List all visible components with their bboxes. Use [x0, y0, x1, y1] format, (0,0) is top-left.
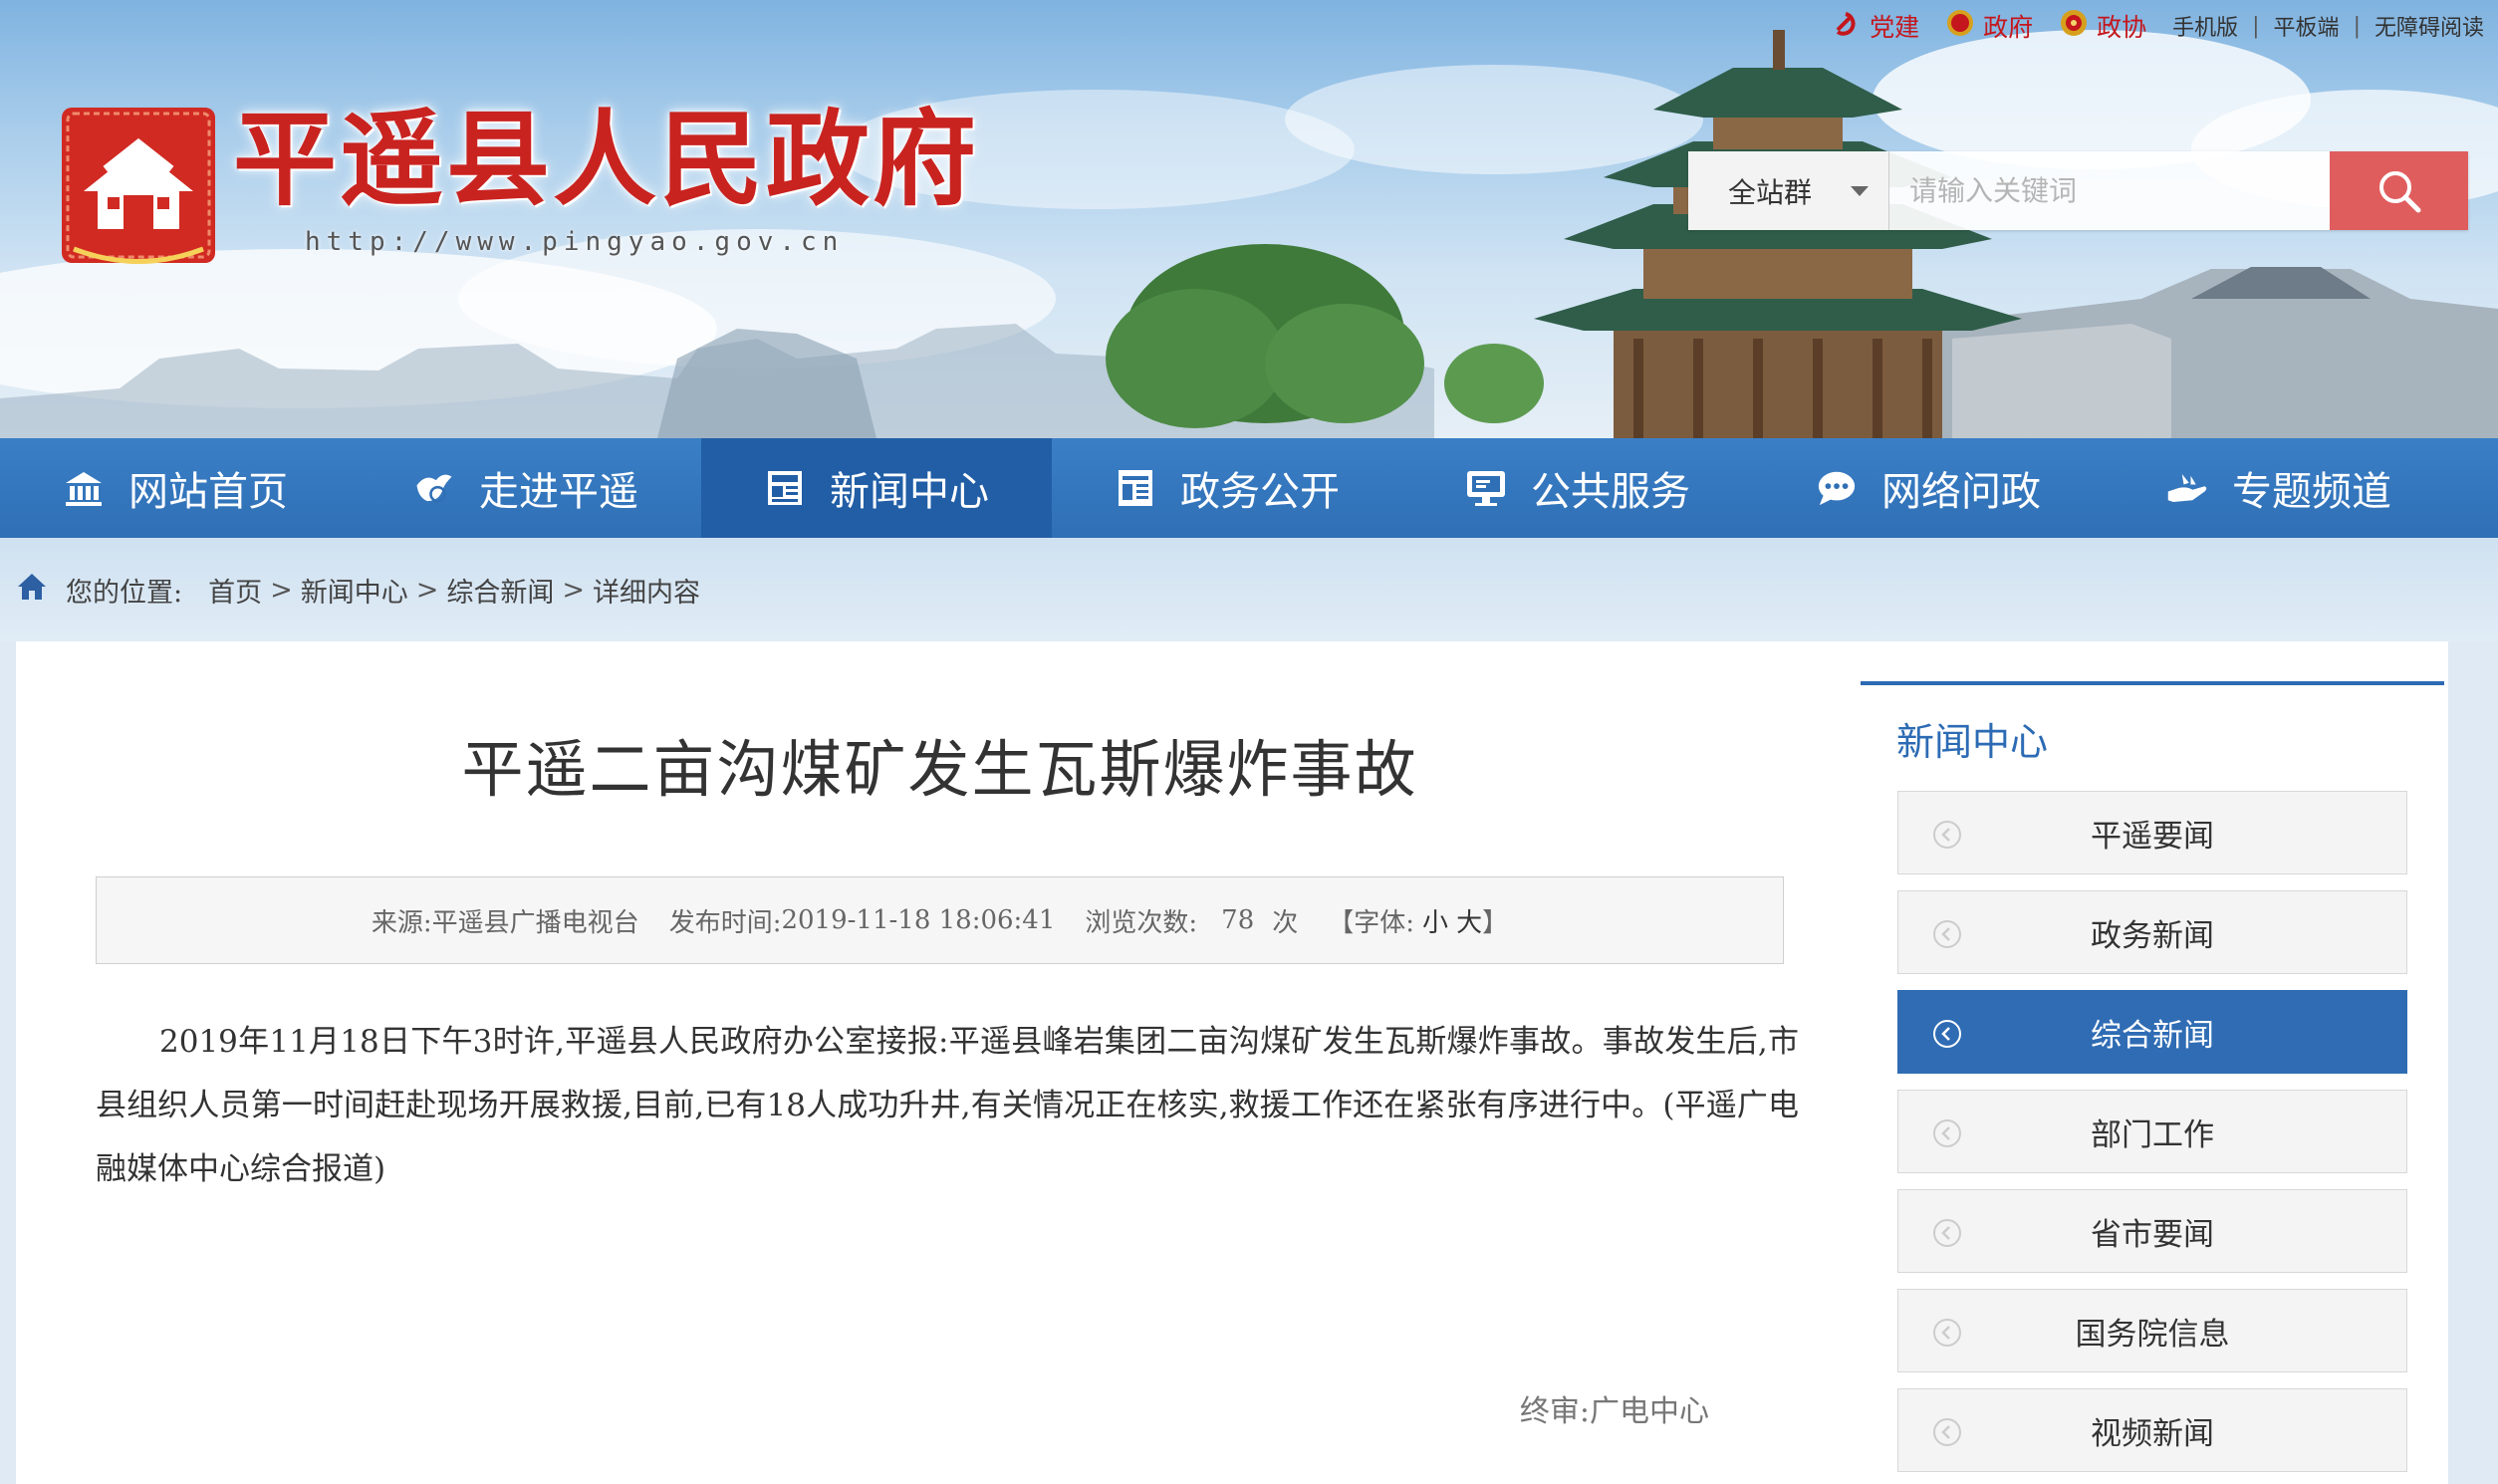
sidebar-item-department-work[interactable]: 部门工作 — [1897, 1090, 2407, 1173]
government-link[interactable]: 政府 — [1945, 8, 2033, 44]
font-large-button[interactable]: 大 — [1456, 902, 1482, 939]
house-seal-icon — [62, 108, 215, 264]
source-label: 来源: — [371, 907, 432, 938]
mobile-version-link[interactable]: 手机版 — [2172, 10, 2238, 42]
home-icon — [16, 572, 48, 609]
font-small-button[interactable]: 小 — [1422, 902, 1448, 939]
source-value: 平遥县广播电视台 — [431, 907, 639, 938]
breadcrumb-current: 详细内容 — [592, 577, 700, 609]
party-building-link[interactable]: 党建 — [1832, 8, 1919, 44]
sidebar-item-pingyao-news[interactable]: 平遥要闻 — [1897, 791, 2407, 874]
nav-item-gov-affairs[interactable]: 政务公开 — [1052, 438, 1402, 538]
breadcrumb-general-news[interactable]: 综合新闻 — [446, 571, 554, 610]
main-nav: 网站首页 走进平遥 新闻中心 政务公开 公共服务 网络问政 专题频道 — [0, 438, 2498, 538]
monitor-icon — [1465, 467, 1507, 509]
chevron-down-icon — [1851, 185, 1869, 196]
chevron-left-circle-icon — [1933, 821, 1961, 849]
final-review: 终审:广电中心 — [1519, 1394, 1709, 1429]
views-label: 浏览次数: — [1085, 907, 1198, 938]
views-count: 78 — [1221, 905, 1255, 935]
search-button[interactable] — [2330, 151, 2468, 230]
nav-item-public-service[interactable]: 公共服务 — [1402, 438, 1753, 538]
site-title[interactable]: 平遥县人民政府 — [233, 108, 979, 211]
sidebar-item-general-news[interactable]: 综合新闻 — [1897, 990, 2407, 1074]
hammer-sickle-icon — [1832, 8, 1862, 44]
breadcrumb-label: 您的位置: — [66, 577, 183, 609]
sidebar-item-state-council-info[interactable]: 国务院信息 — [1897, 1289, 2407, 1372]
sidebar-item-provincial-news[interactable]: 省市要闻 — [1897, 1189, 2407, 1273]
search-input[interactable] — [1889, 151, 2330, 230]
chevron-left-circle-icon — [1933, 1119, 1961, 1147]
main-content: 平遥二亩沟煤矿发生瓦斯爆炸事故 来源: 平遥县广播电视台 发布时间: 2019-… — [16, 641, 2448, 1484]
bird-icon — [413, 467, 455, 509]
chevron-left-circle-icon — [1933, 1418, 1961, 1446]
nav-item-special-topics[interactable]: 专题频道 — [2104, 438, 2454, 538]
article: 平遥二亩沟煤矿发生瓦斯爆炸事故 来源: 平遥县广播电视台 发布时间: 2019-… — [16, 641, 1819, 1484]
document-icon — [1115, 467, 1156, 509]
breadcrumb: 您的位置: 首页 > 新闻中心 > 综合新闻 > 详细内容 — [0, 538, 2498, 641]
article-meta: 来源: 平遥县广播电视台 发布时间: 2019-11-18 18:06:41 浏… — [96, 876, 1784, 964]
accessibility-link[interactable]: 无障碍阅读 — [2374, 10, 2484, 42]
views-unit: 次 — [1272, 907, 1299, 938]
top-links: 党建 政府 政协 手机版 | 平板端 | 无障碍阅读 — [1832, 6, 2484, 46]
nav-item-online-inquiry[interactable]: 网络问政 — [1753, 438, 2104, 538]
breadcrumb-home[interactable]: 首页 — [208, 571, 262, 610]
newspaper-icon — [764, 467, 806, 509]
publish-time: 2019-11-18 18:06:41 — [781, 905, 1056, 935]
chevron-left-circle-icon — [1933, 920, 1961, 948]
header-banner: 党建 政府 政协 手机版 | 平板端 | 无障碍阅读 平遥县人民政府 http:… — [0, 0, 2498, 438]
nav-item-home[interactable]: 网站首页 — [0, 438, 351, 538]
chat-icon — [1816, 467, 1858, 509]
nav-item-news[interactable]: 新闻中心 — [701, 438, 1052, 538]
article-title: 平遥二亩沟煤矿发生瓦斯爆炸事故 — [461, 733, 1418, 806]
hand-icon — [2166, 467, 2208, 509]
sidebar-title: 新闻中心 — [1896, 720, 2049, 764]
sidebar-item-gov-news[interactable]: 政务新闻 — [1897, 890, 2407, 974]
site-logo[interactable] — [54, 100, 223, 271]
breadcrumb-news-center[interactable]: 新闻中心 — [301, 571, 408, 610]
site-url: http://www.pingyao.gov.cn — [305, 227, 845, 257]
national-emblem-icon — [1945, 8, 1975, 44]
search-bar: 全站群 — [1688, 151, 2468, 230]
chevron-left-circle-icon — [1933, 1319, 1961, 1347]
nav-item-about[interactable]: 走进平遥 — [351, 438, 701, 538]
chevron-left-circle-icon — [1933, 1020, 1961, 1048]
search-scope-select[interactable]: 全站群 — [1688, 151, 1889, 230]
font-size-label: 【字体: — [1328, 907, 1415, 938]
cppcc-emblem-icon — [2059, 8, 2089, 44]
sidebar-item-video-news[interactable]: 视频新闻 — [1897, 1388, 2407, 1472]
sidebar: 新闻中心 平遥要闻 政务新闻 综合新闻 部门工作 省市要闻 国务院信息 视频新闻 — [1861, 681, 2444, 1484]
article-body: 2019年11月18日下午3时许,平遥县人民政府办公室接报:平遥县峰岩集团二亩沟… — [96, 1024, 1799, 1187]
publish-time-label: 发布时间: — [668, 907, 782, 938]
bank-icon — [63, 467, 105, 509]
tablet-version-link[interactable]: 平板端 — [2274, 10, 2340, 42]
chevron-left-circle-icon — [1933, 1219, 1961, 1247]
cppcc-link[interactable]: 政协 — [2059, 8, 2146, 44]
search-icon — [2378, 170, 2420, 212]
